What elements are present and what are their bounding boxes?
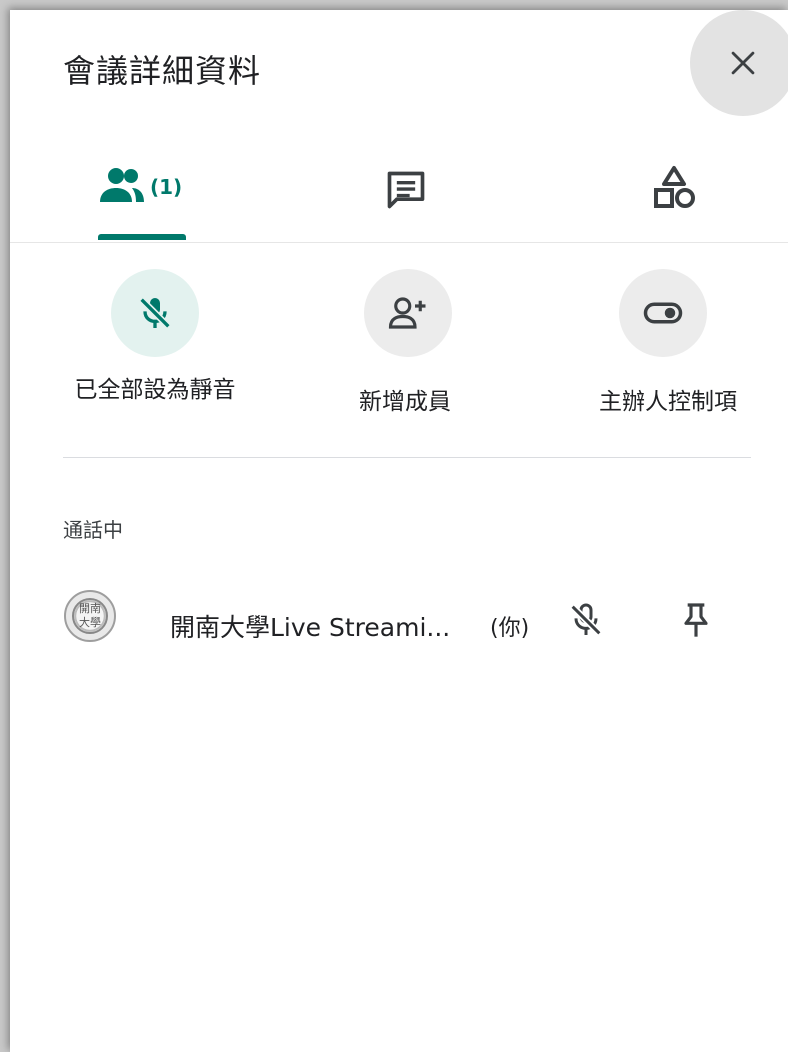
mute-all-button[interactable] [111,269,199,357]
tab-chat[interactable] [384,150,434,242]
meeting-details-panel: 會議詳細資料 (1) 已全部設為靜音 新增成員 主辦人控制項 通話中 開南大學 … [10,10,788,1052]
person-add-icon [388,297,426,329]
shapes-icon [654,166,695,208]
mic-off-icon [139,297,171,329]
tab-selected-indicator [98,234,186,240]
participant-row: 開南大學 開南大學Live Streami... (你) [10,582,788,662]
panel-title: 會議詳細資料 [63,52,262,90]
close-icon [731,51,755,75]
host-controls-label: 主辦人控制項 [599,389,737,415]
pin-icon [684,603,708,637]
panel-tabs: (1) [10,150,788,243]
quick-actions: 已全部設為靜音 新增成員 主辦人控制項 [10,242,788,457]
toggle-icon [643,302,683,324]
avatar: 開南大學 [64,590,116,642]
host-controls-button[interactable] [619,269,707,357]
pin-button[interactable] [676,600,716,644]
divider [63,457,751,458]
mute-all-label: 已全部設為靜音 [74,377,236,403]
tab-people[interactable]: (1) [92,150,192,242]
add-people-label: 新增成員 [359,389,451,415]
close-button[interactable] [690,10,788,116]
participant-name: 開南大學Live Streami... [170,613,451,642]
chat-icon [387,171,425,209]
mic-off-icon [570,603,602,636]
participant-mic-button[interactable] [566,600,606,644]
in-call-section-title: 通話中 [63,518,123,542]
tab-activities[interactable] [650,150,700,242]
people-icon [100,168,144,202]
window-frame: 會議詳細資料 (1) 已全部設為靜音 新增成員 主辦人控制項 通話中 開南大學 … [0,0,788,1052]
participant-count: (1) [150,175,183,199]
you-label: (你) [490,616,530,641]
add-people-button[interactable] [364,269,452,357]
university-seal-avatar: 開南大學 [72,598,108,634]
